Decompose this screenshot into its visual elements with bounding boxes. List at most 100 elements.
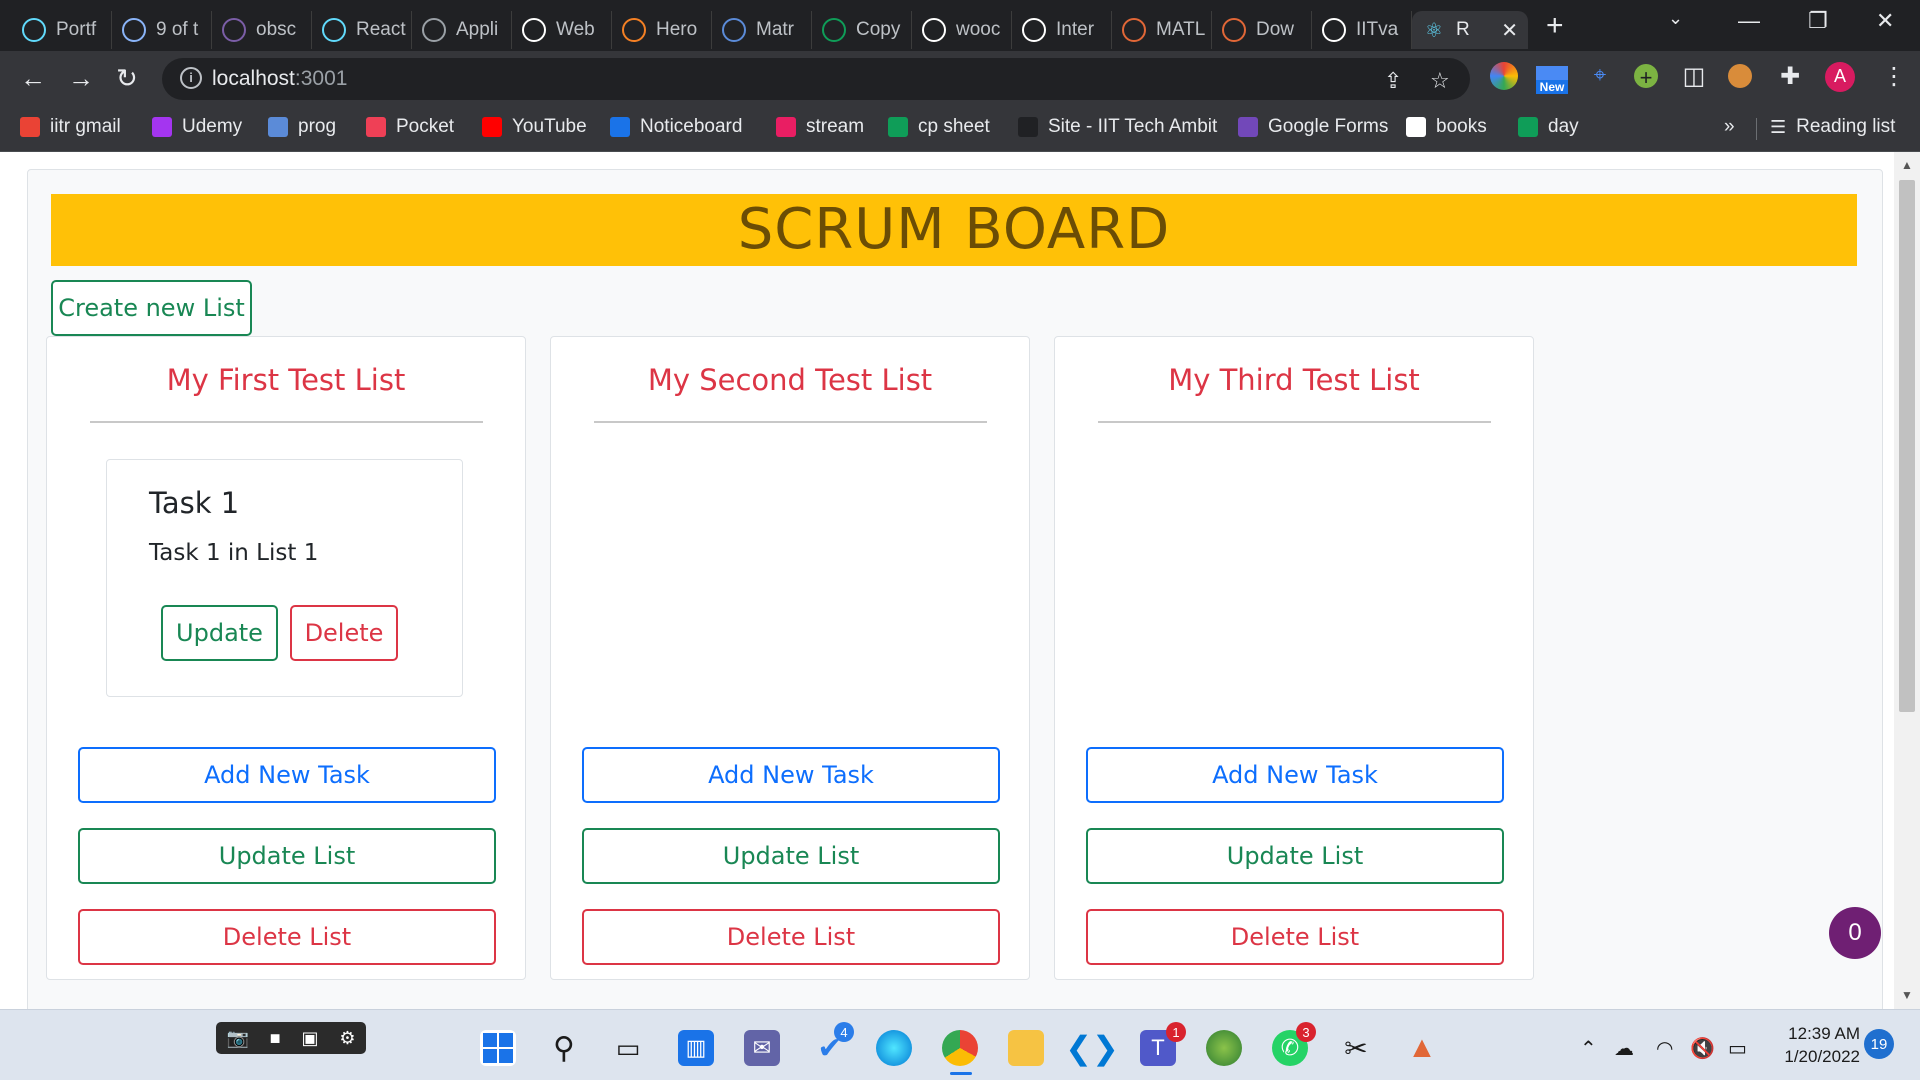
task-view-icon[interactable]: ▭ xyxy=(610,1030,646,1066)
bookmark-item[interactable]: YouTube xyxy=(482,116,587,138)
profile-avatar[interactable]: A xyxy=(1825,62,1855,92)
delete-list-button[interactable]: Delete List xyxy=(78,909,496,965)
snipping-tool-icon[interactable]: ✂ xyxy=(1338,1030,1374,1066)
battery-icon[interactable]: ▭ xyxy=(1728,1036,1747,1061)
gallery-icon[interactable]: ▣ xyxy=(301,1028,318,1049)
onedrive-icon[interactable]: ☁ xyxy=(1614,1036,1634,1061)
volume-muted-icon[interactable]: 🔇 xyxy=(1690,1036,1715,1061)
url-text[interactable]: localhost:3001 xyxy=(212,67,347,91)
tab-active[interactable]: ⚛ R ✕ xyxy=(1412,11,1528,49)
color-extension-icon[interactable] xyxy=(1490,62,1518,90)
create-new-list-button[interactable]: Create new List xyxy=(51,280,252,336)
back-button[interactable]: ← xyxy=(20,63,46,94)
bookmark-item[interactable]: day xyxy=(1518,116,1579,138)
tab[interactable]: React xyxy=(312,11,412,49)
tab[interactable]: Appli xyxy=(412,11,512,49)
bookmark-label: Pocket xyxy=(396,116,455,137)
bookmark-item[interactable]: iitr gmail xyxy=(20,116,121,138)
minimize-button[interactable]: — xyxy=(1738,8,1760,34)
system-clock[interactable]: 12:39 AM 1/20/2022 xyxy=(1770,1022,1860,1068)
bookmark-icon xyxy=(152,117,172,137)
matlab-icon[interactable]: ▲ xyxy=(1404,1030,1440,1066)
tab[interactable]: IITva xyxy=(1312,11,1412,49)
scroll-down-icon[interactable]: ▼ xyxy=(1901,988,1913,1002)
tab[interactable]: Hero xyxy=(612,11,712,49)
notification-count-badge[interactable]: 19 xyxy=(1864,1029,1894,1059)
update-list-button[interactable]: Update List xyxy=(1086,828,1504,884)
update-list-button[interactable]: Update List xyxy=(78,828,496,884)
bookmark-star-icon[interactable]: ☆ xyxy=(1430,68,1450,94)
delete-task-button[interactable]: Delete xyxy=(290,605,398,661)
tab[interactable]: obsc xyxy=(212,11,312,49)
pocket-extension-icon[interactable]: ◫ xyxy=(1680,62,1708,90)
bookmark-item[interactable]: prog xyxy=(268,116,336,138)
bookmark-item[interactable]: Google Forms xyxy=(1238,116,1388,138)
tab[interactable]: Inter xyxy=(1012,11,1112,49)
reading-list-button[interactable]: ☰ Reading list xyxy=(1770,116,1895,138)
tab[interactable]: Dow xyxy=(1212,11,1312,49)
settings-gear-icon[interactable]: ⚙ xyxy=(339,1028,355,1049)
chrome-icon[interactable] xyxy=(942,1030,978,1066)
tab[interactable]: 9 of t xyxy=(112,11,212,49)
site-info-icon[interactable]: i xyxy=(180,67,202,89)
update-task-button[interactable]: Update xyxy=(161,605,278,661)
pin-extension-icon[interactable]: ⌖ xyxy=(1586,62,1614,90)
tab[interactable]: MATL xyxy=(1112,11,1212,49)
page-scrollbar[interactable]: ▲ ▼ xyxy=(1894,152,1920,1009)
tab-search-icon[interactable]: ⌄ xyxy=(1668,8,1683,29)
share-icon[interactable]: ⇪ xyxy=(1384,68,1402,94)
video-icon[interactable]: ■ xyxy=(270,1028,281,1049)
search-icon[interactable]: ⚲ xyxy=(546,1030,582,1066)
forward-button[interactable]: → xyxy=(68,63,94,94)
tab[interactable]: wooc xyxy=(912,11,1012,49)
bookmark-item[interactable]: Pocket xyxy=(366,116,454,138)
bookmark-item[interactable]: cp sheet xyxy=(888,116,990,138)
add-new-task-button[interactable]: Add New Task xyxy=(1086,747,1504,803)
tab[interactable]: Matr xyxy=(712,11,812,49)
cookie-extension-icon[interactable] xyxy=(1728,64,1752,88)
camera-icon[interactable]: 📷 xyxy=(226,1028,248,1049)
tab[interactable]: Copy xyxy=(812,11,912,49)
plus-extension-icon[interactable]: + xyxy=(1634,64,1658,90)
tab-label: Hero xyxy=(656,19,698,40)
scroll-thumb[interactable] xyxy=(1899,180,1915,712)
teams-badge: 1 xyxy=(1166,1022,1186,1042)
bookmark-item[interactable]: Site - IIT Tech Ambit xyxy=(1018,116,1217,138)
add-new-task-button[interactable]: Add New Task xyxy=(78,747,496,803)
tab-label: Web xyxy=(556,19,595,40)
teams-chat-icon[interactable]: ✉ xyxy=(744,1030,780,1066)
browser-menu-icon[interactable]: ⋮ xyxy=(1880,62,1908,90)
wifi-icon[interactable]: ◠ xyxy=(1656,1036,1673,1061)
bookmark-item[interactable]: Noticeboard xyxy=(610,116,742,138)
reload-button[interactable]: ↻ xyxy=(116,63,138,94)
tab[interactable]: Portf xyxy=(12,11,112,49)
close-tab-icon[interactable]: ✕ xyxy=(1501,18,1518,43)
new-tab-button[interactable]: + xyxy=(1546,9,1564,43)
add-new-task-button[interactable]: Add New Task xyxy=(582,747,1000,803)
edge-icon[interactable] xyxy=(876,1030,912,1066)
bookmark-item[interactable]: Udemy xyxy=(152,116,242,138)
windows-start-icon[interactable] xyxy=(480,1030,516,1066)
update-list-button[interactable]: Update List xyxy=(582,828,1000,884)
bookmarks-overflow-button[interactable]: » xyxy=(1724,116,1735,138)
delete-list-button[interactable]: Delete List xyxy=(1086,909,1504,965)
earth-app-icon[interactable] xyxy=(1206,1030,1242,1066)
floating-count-badge[interactable]: 0 xyxy=(1829,907,1881,959)
puzzle-extensions-icon[interactable]: ✚ xyxy=(1776,62,1804,90)
restore-button[interactable]: ❐ xyxy=(1808,8,1828,34)
delete-list-button[interactable]: Delete List xyxy=(582,909,1000,965)
file-explorer-icon[interactable] xyxy=(1008,1030,1044,1066)
react-icon: ⚛ xyxy=(1425,19,1443,42)
close-window-button[interactable]: ✕ xyxy=(1876,8,1894,34)
new-extension-icon[interactable]: New xyxy=(1536,66,1568,94)
show-hidden-icons[interactable]: ⌃ xyxy=(1580,1036,1597,1061)
widgets-icon[interactable]: ▥ xyxy=(678,1030,714,1066)
bookmark-item[interactable]: stream xyxy=(776,116,864,138)
bookmark-icon xyxy=(1518,117,1538,137)
tab[interactable]: Web xyxy=(512,11,612,49)
bookmark-item[interactable]: books xyxy=(1406,116,1487,138)
clock-time: 12:39 AM xyxy=(1788,1024,1860,1043)
scroll-up-icon[interactable]: ▲ xyxy=(1901,158,1913,172)
omnibox[interactable]: i localhost:3001 ⇪ ☆ xyxy=(162,58,1470,100)
vscode-icon[interactable]: ❮❯ xyxy=(1065,1030,1119,1066)
